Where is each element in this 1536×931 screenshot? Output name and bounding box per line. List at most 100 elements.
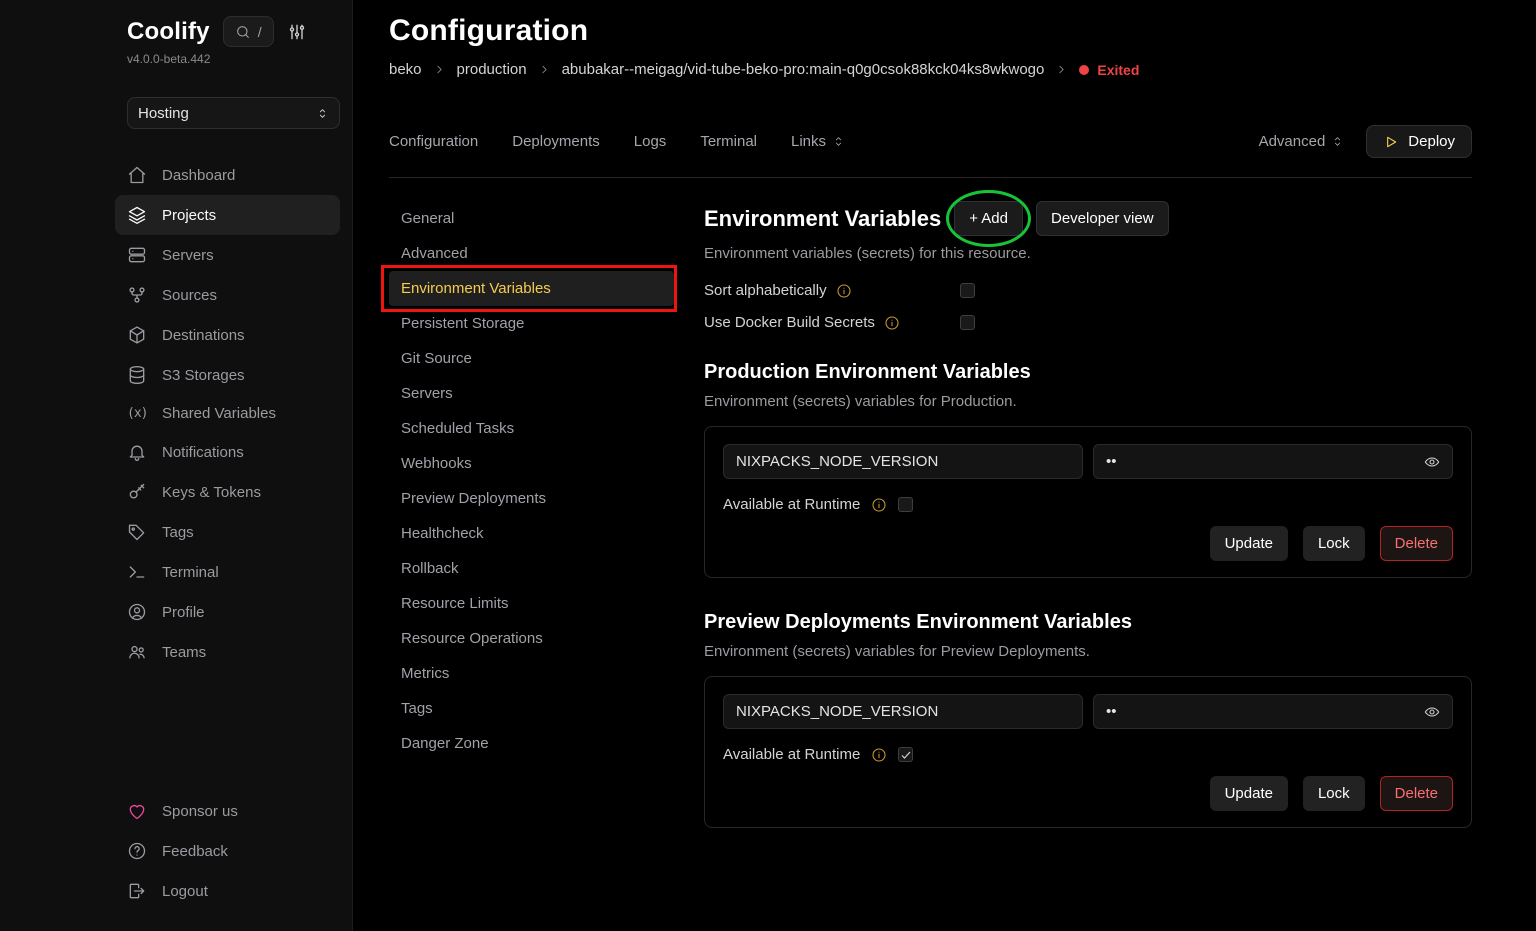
available-at-runtime-checkbox[interactable] [898, 497, 913, 512]
available-at-runtime-checkbox[interactable] [898, 747, 913, 762]
sidebar-item-s3-storages[interactable]: S3 Storages [115, 355, 340, 395]
reveal-value-button[interactable] [1424, 704, 1440, 720]
subnav-item-general[interactable]: General [389, 201, 674, 236]
tab-links[interactable]: Links [791, 133, 845, 150]
subnav-item-scheduled-tasks[interactable]: Scheduled Tasks [389, 411, 674, 446]
sliders-icon [287, 22, 307, 42]
subnav-item-metrics[interactable]: Metrics [389, 656, 674, 691]
sidebar-item-tags[interactable]: Tags [115, 512, 340, 552]
reveal-value-button[interactable] [1424, 454, 1440, 470]
subnav-item-advanced[interactable]: Advanced [389, 236, 674, 271]
page-title: Configuration [389, 14, 1472, 48]
production-section-subtitle: Environment (secrets) variables for Prod… [704, 393, 1472, 410]
subnav-item-git-source[interactable]: Git Source [389, 341, 674, 376]
docker-build-secrets-label: Use Docker Build Secrets [704, 314, 875, 331]
breadcrumb-team[interactable]: beko [389, 61, 422, 78]
filters-button[interactable] [287, 22, 307, 42]
sidebar-item-destinations[interactable]: Destinations [115, 315, 340, 355]
subnav-item-tags[interactable]: Tags [389, 691, 674, 726]
breadcrumb-environment[interactable]: production [457, 61, 527, 78]
env-value-field: •• [1093, 694, 1453, 729]
delete-button[interactable]: Delete [1380, 776, 1453, 811]
env-name-input[interactable] [736, 453, 1070, 470]
docker-build-secrets-row: Use Docker Build Secrets [704, 314, 1472, 331]
sidebar-item-shared-variables[interactable]: (x) Shared Variables [115, 395, 340, 432]
delete-button[interactable]: Delete [1380, 526, 1453, 561]
advanced-label: Advanced [1259, 133, 1326, 150]
advanced-dropdown[interactable]: Advanced [1259, 133, 1345, 150]
tab-deployments[interactable]: Deployments [512, 133, 600, 150]
deploy-button[interactable]: Deploy [1366, 125, 1472, 158]
sidebar-item-logout[interactable]: Logout [115, 871, 340, 911]
lock-button[interactable]: Lock [1303, 526, 1365, 561]
sidebar-item-notifications[interactable]: Notifications [115, 432, 340, 472]
env-name-field [723, 694, 1083, 729]
sidebar-item-dashboard[interactable]: Dashboard [115, 155, 340, 195]
subnav-item-rollback[interactable]: Rollback [389, 551, 674, 586]
subnav-item-webhooks[interactable]: Webhooks [389, 446, 674, 481]
subnav-item-preview-deployments[interactable]: Preview Deployments [389, 481, 674, 516]
user-icon [127, 602, 147, 622]
search-icon [235, 24, 251, 40]
subnav-item-persistent-storage[interactable]: Persistent Storage [389, 306, 674, 341]
database-icon [127, 365, 147, 385]
sort-alphabetically-checkbox[interactable] [960, 283, 975, 298]
env-subtitle: Environment variables (secrets) for this… [704, 245, 1472, 262]
subnav-item-servers[interactable]: Servers [389, 376, 674, 411]
update-button[interactable]: Update [1210, 526, 1288, 561]
tab-configuration[interactable]: Configuration [389, 133, 478, 150]
sidebar-item-label: Dashboard [162, 167, 235, 184]
sidebar-item-keys-tokens[interactable]: Keys & Tokens [115, 472, 340, 512]
sidebar-item-projects[interactable]: Projects [115, 195, 340, 235]
available-at-runtime-row: Available at Runtime [723, 496, 1453, 513]
tab-logs[interactable]: Logs [634, 133, 667, 150]
sidebar-item-sources[interactable]: Sources [115, 275, 340, 315]
users-icon [127, 642, 147, 662]
deploy-label: Deploy [1408, 133, 1455, 150]
chevron-updown-icon [832, 135, 845, 148]
info-icon [836, 283, 852, 299]
sidebar-item-label: Teams [162, 644, 206, 661]
sidebar-item-profile[interactable]: Profile [115, 592, 340, 632]
lock-button[interactable]: Lock [1303, 776, 1365, 811]
home-icon [127, 165, 147, 185]
sidebar-item-label: Sources [162, 287, 217, 304]
team-selector[interactable]: Hosting [127, 97, 340, 129]
subnav-item-healthcheck[interactable]: Healthcheck [389, 516, 674, 551]
sidebar-item-terminal[interactable]: Terminal [115, 552, 340, 592]
subnav-item-resource-operations[interactable]: Resource Operations [389, 621, 674, 656]
tabs-divider [389, 177, 1472, 178]
env-variable-card-production: •• Available at Runtime [704, 426, 1472, 578]
help-icon [127, 841, 147, 861]
sidebar-footer: Sponsor us Feedback Logout [115, 791, 340, 911]
sidebar-item-sponsor-us[interactable]: Sponsor us [115, 791, 340, 831]
subnav-item-danger-zone[interactable]: Danger Zone [389, 726, 674, 761]
sidebar-item-teams[interactable]: Teams [115, 632, 340, 672]
sort-alphabetically-row: Sort alphabetically [704, 282, 1472, 299]
developer-view-button[interactable]: Developer view [1036, 201, 1169, 236]
sort-alphabetically-label: Sort alphabetically [704, 282, 827, 299]
add-env-variable-button[interactable]: + Add [954, 201, 1023, 236]
env-name-input[interactable] [736, 703, 1070, 720]
chevron-updown-icon [1331, 135, 1344, 148]
sidebar-item-label: S3 Storages [162, 367, 245, 384]
info-icon [884, 315, 900, 331]
tab-terminal[interactable]: Terminal [700, 133, 757, 150]
docker-build-secrets-checkbox[interactable] [960, 315, 975, 330]
terminal-icon [127, 562, 147, 582]
subnav-item-resource-limits[interactable]: Resource Limits [389, 586, 674, 621]
search-button[interactable]: / [223, 16, 274, 47]
app-version: v4.0.0-beta.442 [127, 52, 340, 66]
subnav-item-environment-variables[interactable]: Environment Variables [389, 271, 674, 306]
update-button[interactable]: Update [1210, 776, 1288, 811]
env-variable-card-preview: •• Available at Runtime [704, 676, 1472, 828]
production-section-title: Production Environment Variables [704, 361, 1472, 384]
sidebar-item-label: Notifications [162, 444, 244, 461]
app-window: Coolify / v4.0.0-beta.442 Hosting Dashbo… [0, 0, 1536, 931]
sidebar-item-servers[interactable]: Servers [115, 235, 340, 275]
env-variables-panel: Environment Variables + Add Developer vi… [704, 201, 1472, 828]
sidebar-item-feedback[interactable]: Feedback [115, 831, 340, 871]
layers-icon [127, 205, 147, 225]
breadcrumb-resource[interactable]: abubakar--meigag/vid-tube-beko-pro:main-… [562, 61, 1045, 78]
env-title: Environment Variables [704, 206, 941, 232]
